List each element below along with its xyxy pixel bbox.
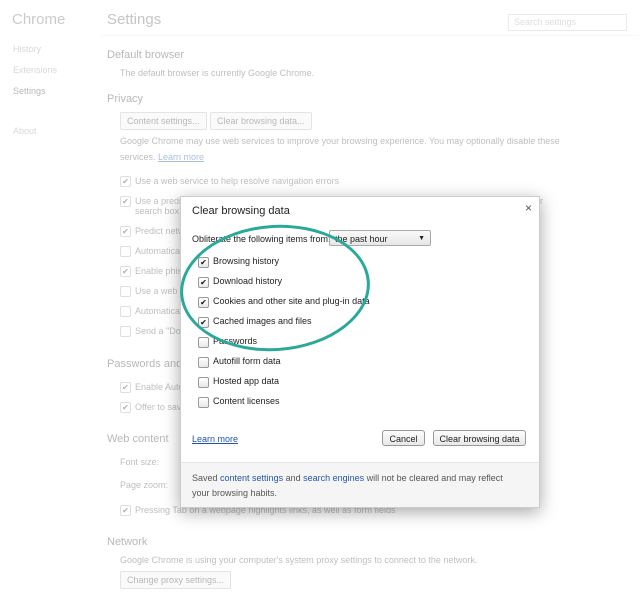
sidebar-item-about[interactable]: About	[13, 126, 37, 136]
item-label: Browsing history	[213, 256, 280, 266]
page-title: Settings	[107, 11, 162, 28]
privacy-option-label-2: search box	[135, 206, 180, 216]
privacy-option-checkbox[interactable]: ✔	[120, 226, 131, 237]
search-settings-input[interactable]: Search settings	[508, 14, 627, 31]
footer-middle: and	[283, 473, 304, 483]
privacy-option-label: Enable phis	[135, 266, 183, 276]
content-settings-link[interactable]: content settings	[220, 473, 283, 483]
privacy-heading: Privacy	[107, 93, 144, 105]
change-proxy-settings-button[interactable]: Change proxy settings...	[120, 571, 232, 589]
time-range-select[interactable]: the past hour ▼	[329, 230, 431, 246]
checkbox-checked[interactable]: ✔	[198, 277, 209, 288]
web-content-heading: Web content	[107, 433, 169, 445]
privacy-option-checkbox[interactable]: ✔	[120, 176, 131, 187]
passwords-option-checkbox[interactable]: ✔	[120, 382, 131, 393]
dialog-footer: Saved content settings and search engine…	[181, 462, 539, 507]
privacy-option-label: Use a predi	[135, 196, 182, 206]
checkbox-unchecked[interactable]	[198, 337, 209, 348]
privacy-option-label: Use a web	[135, 286, 178, 296]
passwords-heading: Passwords and	[107, 358, 183, 370]
font-size-label: Font size:	[120, 457, 160, 467]
privacy-desc-services: services.	[120, 152, 156, 162]
privacy-option-label: Use a web service to help resolve naviga…	[135, 176, 340, 186]
page-zoom-label: Page zoom:	[120, 480, 169, 490]
network-text: Google Chrome is using your computer's s…	[120, 555, 478, 565]
privacy-option-checkbox[interactable]	[120, 306, 131, 317]
clear-browsing-data-dialog: Clear browsing data × Obliterate the fol…	[180, 196, 540, 508]
sidebar-item-history[interactable]: History	[13, 44, 41, 54]
checkbox-checked[interactable]: ✔	[198, 297, 209, 308]
privacy-learn-more-link[interactable]: Learn more	[158, 152, 204, 162]
privacy-option-suffix: r	[540, 196, 543, 206]
passwords-option-label: Offer to sav	[135, 402, 182, 412]
checkbox-checked[interactable]: ✔	[198, 317, 209, 328]
cancel-button[interactable]: Cancel	[382, 430, 425, 446]
item-label: Cookies and other site and plug-in data	[213, 296, 370, 306]
privacy-option-label: Send a "Do	[135, 326, 181, 336]
privacy-option-label: Automatica	[135, 306, 181, 316]
clear-browsing-data-confirm-button[interactable]: Clear browsing data	[433, 430, 526, 446]
default-browser-text: The default browser is currently Google …	[120, 68, 315, 78]
clear-browsing-data-button[interactable]: Clear browsing data...	[210, 112, 312, 130]
item-label: Passwords	[213, 336, 258, 346]
privacy-option-checkbox[interactable]	[120, 326, 131, 337]
sidebar-item-settings[interactable]: Settings	[13, 86, 46, 96]
learn-more-link[interactable]: Learn more	[192, 434, 238, 444]
network-heading: Network	[107, 536, 148, 548]
time-range-value: the past hour	[335, 234, 388, 244]
footer-prefix: Saved	[192, 473, 221, 483]
search-engines-link[interactable]: search engines	[303, 473, 364, 483]
privacy-option-checkbox[interactable]: ✔	[120, 196, 131, 207]
chrome-brand: Chrome	[12, 11, 66, 28]
checkbox-unchecked[interactable]	[198, 397, 209, 408]
dropdown-arrow-icon: ▼	[418, 235, 425, 242]
footer-text: Saved content settings and search engine…	[192, 471, 522, 501]
passwords-option-label: Enable Auto	[135, 382, 184, 392]
checkbox-checked[interactable]: ✔	[198, 257, 209, 268]
privacy-description-2: services. Learn more	[120, 152, 204, 162]
tab-highlight-checkbox[interactable]: ✔	[120, 505, 131, 516]
item-label: Content licenses	[213, 396, 280, 406]
passwords-option-checkbox[interactable]: ✔	[120, 402, 131, 413]
privacy-description: Google Chrome may use web services to im…	[120, 136, 560, 146]
item-label: Download history	[213, 276, 283, 286]
item-label: Autofill form data	[213, 356, 281, 366]
privacy-option-label: Automatica	[135, 246, 181, 256]
obliterate-label: Obliterate the following items from:	[192, 234, 331, 244]
default-browser-heading: Default browser	[107, 49, 185, 61]
item-label: Cached images and files	[213, 316, 312, 326]
privacy-option-label: Predict netw	[135, 226, 185, 236]
header-divider	[100, 35, 640, 36]
close-icon[interactable]: ×	[525, 201, 532, 215]
item-label: Hosted app data	[213, 376, 280, 386]
content-settings-button[interactable]: Content settings...	[120, 112, 207, 130]
dialog-title: Clear browsing data	[192, 205, 290, 217]
checkbox-unchecked[interactable]	[198, 357, 209, 368]
sidebar-item-extensions[interactable]: Extensions	[13, 65, 57, 75]
privacy-option-checkbox[interactable]: ✔	[120, 266, 131, 277]
privacy-option-checkbox[interactable]	[120, 246, 131, 257]
checkbox-unchecked[interactable]	[198, 377, 209, 388]
privacy-option-checkbox[interactable]	[120, 286, 131, 297]
